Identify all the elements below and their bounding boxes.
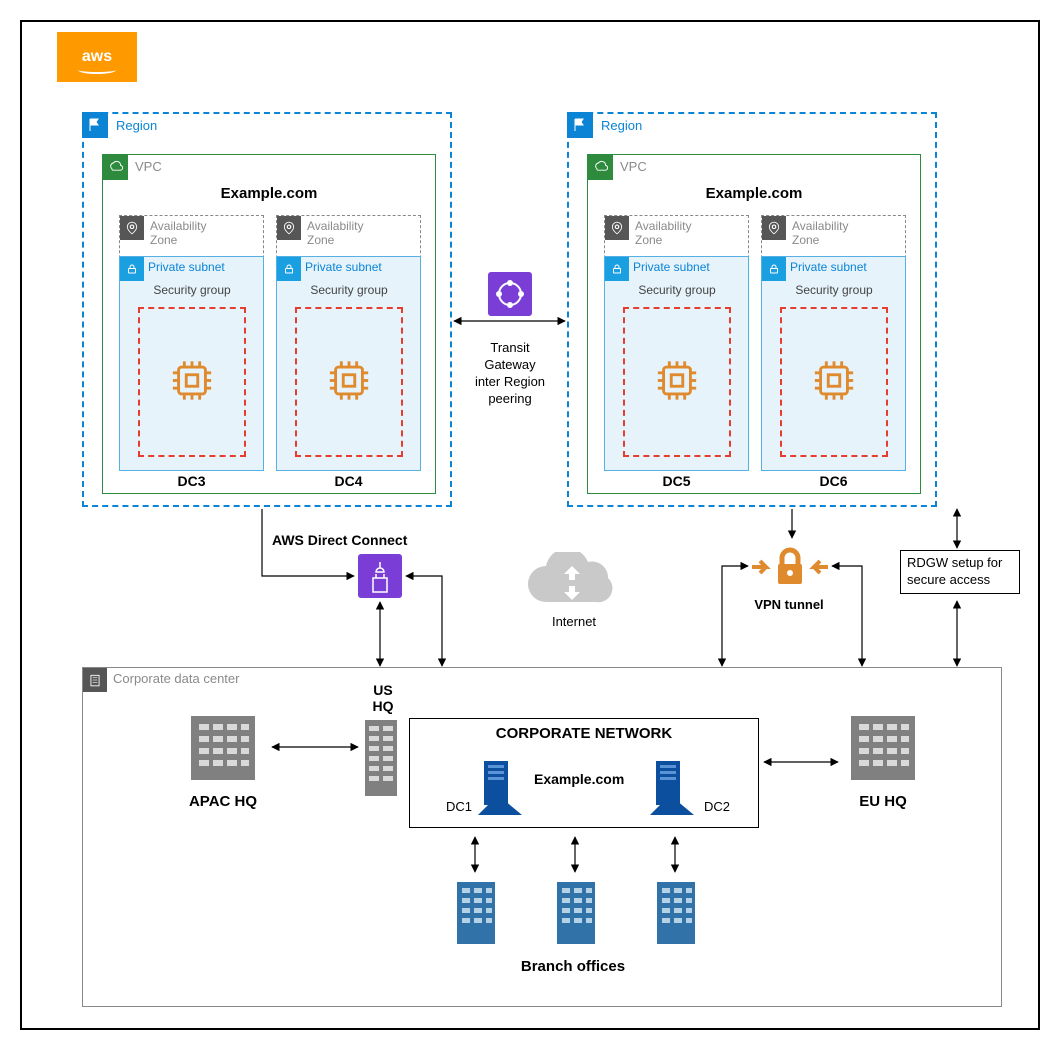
aws-smile-icon	[78, 66, 116, 74]
domain-title: Example.com	[103, 185, 435, 202]
region-icon	[82, 112, 108, 138]
building-icon	[83, 668, 107, 692]
transit-gateway-icon	[488, 272, 532, 316]
lock-icon	[120, 257, 144, 281]
vpc-icon	[587, 154, 613, 180]
private-subnet: Private subnet Security group	[119, 256, 264, 471]
subnet-label: Private subnet	[305, 260, 382, 274]
branch-icon	[653, 878, 699, 951]
corpnet-title: CORPORATE NETWORK	[410, 725, 758, 742]
lock-icon	[762, 257, 786, 281]
rdgw-text: RDGW setup for secure access	[907, 555, 1002, 587]
us-hq-icon	[363, 718, 399, 801]
vpc-left: VPC Example.com Availability Zone Privat…	[102, 154, 436, 494]
region-label: Region	[116, 118, 157, 133]
subnet-label: Private subnet	[790, 260, 867, 274]
dc1-label: DC1	[446, 799, 472, 814]
domain-title: Example.com	[588, 185, 920, 202]
dc-label: DC4	[276, 473, 421, 489]
us-label: US HQ	[363, 682, 403, 714]
corporate-datacenter: Corporate data center APAC HQ US HQ CORP…	[82, 667, 1002, 1007]
security-group: Security group	[623, 307, 731, 457]
compute-icon	[654, 358, 700, 407]
apac-hq-icon	[183, 708, 263, 791]
server-dc2-icon	[650, 759, 694, 818]
corpnet-domain: Example.com	[534, 771, 624, 787]
cdc-label: Corporate data center	[113, 671, 239, 686]
apac-label: APAC HQ	[183, 793, 263, 810]
az-dc4: Availability Zone Private subnet Securit…	[276, 215, 421, 470]
dc-label: DC3	[119, 473, 264, 489]
security-group: Security group	[138, 307, 246, 457]
rdgw-note: RDGW setup for secure access	[900, 550, 1020, 594]
eu-label: EU HQ	[843, 793, 923, 810]
vpc-icon	[102, 154, 128, 180]
az-icon	[762, 216, 786, 240]
private-subnet: Private subnet Security group	[761, 256, 906, 471]
branch-label: Branch offices	[483, 958, 663, 975]
vpn-label: VPN tunnel	[754, 597, 824, 612]
vpc-label: VPC	[620, 159, 647, 174]
region-icon	[567, 112, 593, 138]
sg-label: Security group	[782, 283, 886, 297]
compute-icon	[169, 358, 215, 407]
aws-text: aws	[82, 48, 112, 66]
dc2-label: DC2	[704, 799, 730, 814]
az-label: Availability Zone	[150, 219, 230, 247]
az-icon	[277, 216, 301, 240]
lock-icon	[605, 257, 629, 281]
az-dc3: Availability Zone Private subnet Securit…	[119, 215, 264, 470]
az-label: Availability Zone	[635, 219, 715, 247]
az-icon	[605, 216, 629, 240]
subnet-label: Private subnet	[148, 260, 225, 274]
internet-cloud-icon	[516, 552, 626, 615]
az-dc6: Availability Zone Private subnet Securit…	[761, 215, 906, 470]
diagram-canvas: aws Region VPC Example.com Availability …	[20, 20, 1040, 1030]
security-group: Security group	[295, 307, 403, 457]
eu-hq-icon	[843, 708, 923, 791]
region-label: Region	[601, 118, 642, 133]
tgw-label: Transit Gateway inter Region peering	[470, 340, 550, 408]
branch-icon	[453, 878, 499, 951]
private-subnet: Private subnet Security group	[604, 256, 749, 471]
compute-icon	[811, 358, 857, 407]
sg-label: Security group	[297, 283, 401, 297]
region-right: Region VPC Example.com Availability Zone…	[567, 112, 937, 507]
region-left: Region VPC Example.com Availability Zone…	[82, 112, 452, 507]
subnet-label: Private subnet	[633, 260, 710, 274]
sg-label: Security group	[625, 283, 729, 297]
az-label: Availability Zone	[792, 219, 872, 247]
security-group: Security group	[780, 307, 888, 457]
az-label: Availability Zone	[307, 219, 387, 247]
corporate-network: CORPORATE NETWORK DC1 Example.com DC2	[409, 718, 759, 828]
vpc-label: VPC	[135, 159, 162, 174]
direct-connect-label: AWS Direct Connect	[272, 532, 407, 548]
dc-label: DC6	[761, 473, 906, 489]
internet-label: Internet	[534, 614, 614, 629]
branch-icon	[553, 878, 599, 951]
az-dc5: Availability Zone Private subnet Securit…	[604, 215, 749, 470]
server-dc1-icon	[478, 759, 522, 818]
compute-icon	[326, 358, 372, 407]
direct-connect-icon	[358, 554, 402, 598]
vpn-icon	[750, 542, 830, 595]
dc-label: DC5	[604, 473, 749, 489]
lock-icon	[277, 257, 301, 281]
aws-logo: aws	[57, 32, 137, 82]
private-subnet: Private subnet Security group	[276, 256, 421, 471]
sg-label: Security group	[140, 283, 244, 297]
vpc-right: VPC Example.com Availability Zone Privat…	[587, 154, 921, 494]
az-icon	[120, 216, 144, 240]
